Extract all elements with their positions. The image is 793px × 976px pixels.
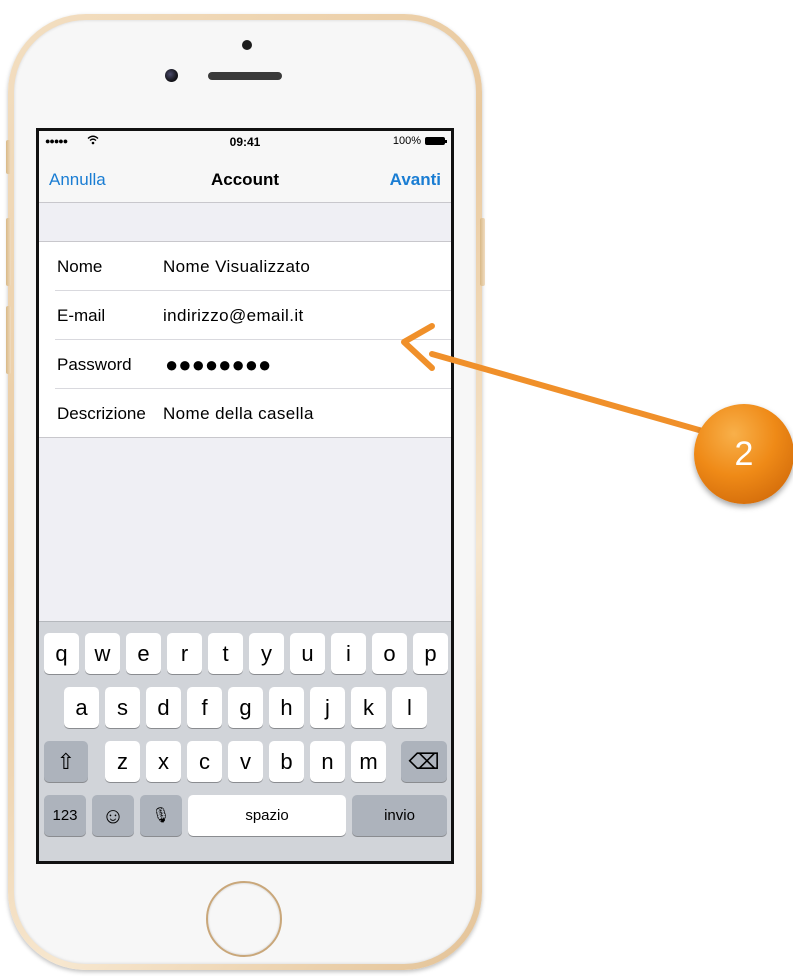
key-d[interactable]: d bbox=[146, 687, 181, 728]
key-g[interactable]: g bbox=[228, 687, 263, 728]
key-f[interactable]: f bbox=[187, 687, 222, 728]
key-o[interactable]: o bbox=[372, 633, 407, 674]
earpiece-speaker bbox=[208, 72, 282, 80]
email-row[interactable]: E-mail indirizzo@email.it bbox=[55, 291, 451, 340]
key-x[interactable]: x bbox=[146, 741, 181, 782]
tutorial-canvas: ●●●●● 09:41 100% Annulla Account Avanti … bbox=[0, 0, 793, 976]
key-n[interactable]: n bbox=[310, 741, 345, 782]
key-v[interactable]: v bbox=[228, 741, 263, 782]
battery-icon bbox=[425, 137, 447, 145]
key-t[interactable]: t bbox=[208, 633, 243, 674]
key-u[interactable]: u bbox=[290, 633, 325, 674]
emoji-key[interactable]: ☺ bbox=[92, 795, 134, 836]
key-w[interactable]: w bbox=[85, 633, 120, 674]
key-z[interactable]: z bbox=[105, 741, 140, 782]
next-button[interactable]: Avanti bbox=[390, 170, 441, 190]
key-p[interactable]: p bbox=[413, 633, 448, 674]
email-field[interactable]: indirizzo@email.it bbox=[163, 306, 304, 326]
status-bar: ●●●●● 09:41 100% bbox=[39, 131, 451, 153]
email-label: E-mail bbox=[57, 306, 106, 325]
key-c[interactable]: c bbox=[187, 741, 222, 782]
microphone-key[interactable]: 🎙 bbox=[140, 795, 182, 836]
key-s[interactable]: s bbox=[105, 687, 140, 728]
battery-percentage: 100% bbox=[392, 135, 421, 147]
key-q[interactable]: q bbox=[44, 633, 79, 674]
password-label: Password bbox=[57, 355, 132, 374]
key-a[interactable]: a bbox=[64, 687, 99, 728]
keyboard: q w e r t y u i o p a s d f g h j k l ⇧ … bbox=[39, 621, 451, 861]
name-row[interactable]: Nome Nome Visualizzato bbox=[55, 242, 451, 291]
return-key[interactable]: invio bbox=[352, 795, 447, 836]
key-r[interactable]: r bbox=[167, 633, 202, 674]
mute-switch bbox=[6, 140, 11, 174]
shift-key[interactable]: ⇧ bbox=[44, 741, 88, 782]
key-h[interactable]: h bbox=[269, 687, 304, 728]
volume-up-button bbox=[6, 218, 11, 286]
volume-down-button bbox=[6, 306, 11, 374]
key-y[interactable]: y bbox=[249, 633, 284, 674]
key-l[interactable]: l bbox=[392, 687, 427, 728]
power-button bbox=[480, 218, 485, 286]
key-j[interactable]: j bbox=[310, 687, 345, 728]
description-field[interactable]: Nome della casella bbox=[163, 404, 314, 424]
description-label: Descrizione bbox=[57, 404, 146, 423]
key-i[interactable]: i bbox=[331, 633, 366, 674]
password-row[interactable]: Password ●●●●●●●● bbox=[55, 340, 451, 389]
key-k[interactable]: k bbox=[351, 687, 386, 728]
name-label: Nome bbox=[57, 257, 103, 276]
proximity-sensor bbox=[242, 40, 252, 50]
name-field[interactable]: Nome Visualizzato bbox=[163, 257, 310, 277]
front-camera-icon bbox=[165, 69, 178, 82]
numbers-key[interactable]: 123 bbox=[44, 795, 86, 836]
space-key[interactable]: spazio bbox=[188, 795, 346, 836]
key-m[interactable]: m bbox=[351, 741, 386, 782]
navigation-bar: Annulla Account Avanti bbox=[39, 153, 451, 203]
home-button[interactable] bbox=[206, 881, 282, 957]
phone-screen: ●●●●● 09:41 100% Annulla Account Avanti … bbox=[36, 128, 454, 864]
key-e[interactable]: e bbox=[126, 633, 161, 674]
password-field[interactable]: ●●●●●●●● bbox=[165, 352, 271, 378]
account-form: Nome Nome Visualizzato E-mail indirizzo@… bbox=[39, 241, 451, 438]
description-row[interactable]: Descrizione Nome della casella bbox=[55, 389, 451, 437]
key-b[interactable]: b bbox=[269, 741, 304, 782]
step-badge: 2 bbox=[694, 404, 793, 504]
delete-key[interactable]: ⌫ bbox=[401, 741, 447, 782]
status-time: 09:41 bbox=[229, 135, 261, 149]
